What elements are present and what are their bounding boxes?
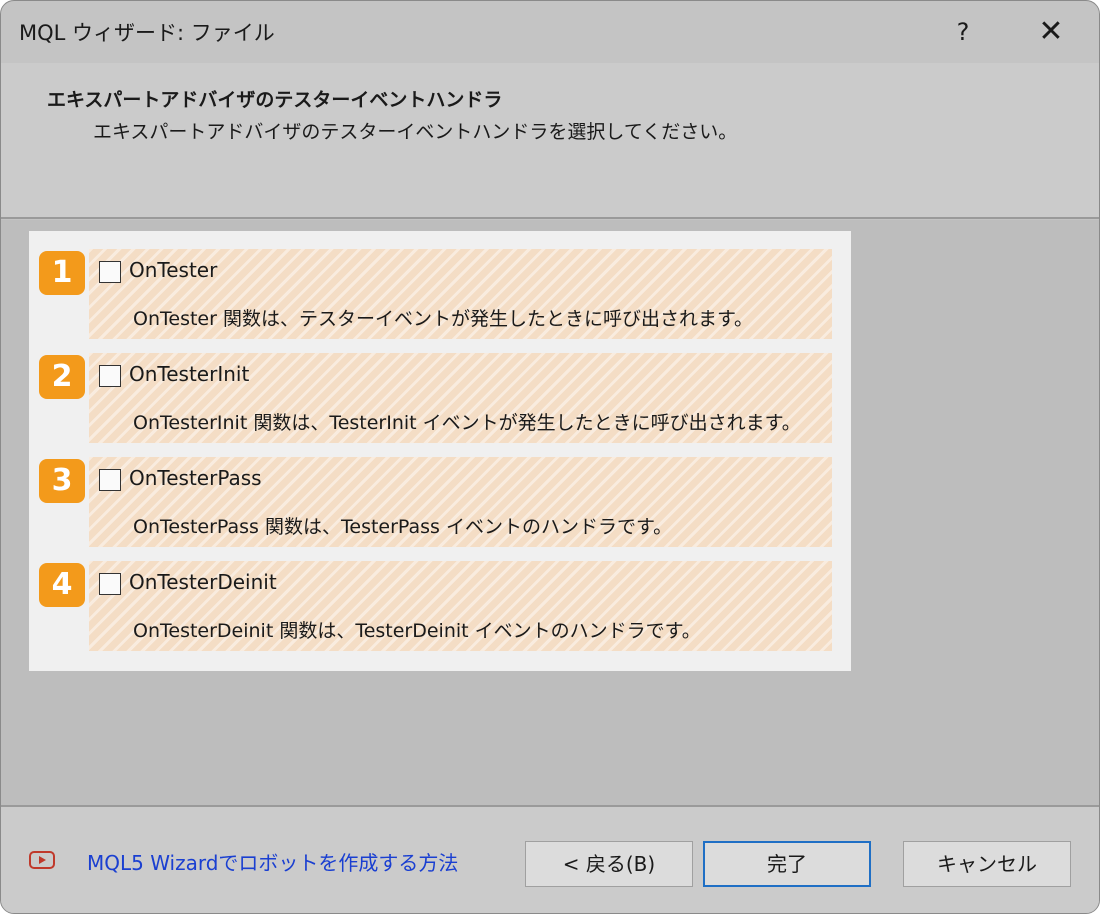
- window-title: MQL ウィザード: ファイル: [19, 21, 275, 45]
- tutorial-link[interactable]: MQL5 Wizardでロボットを作成する方法: [87, 847, 458, 876]
- page-subtitle: エキスパートアドバイザのテスターイベントハンドラを選択してください。: [93, 121, 738, 143]
- ontesterdeinit-checkbox[interactable]: [99, 573, 121, 595]
- option-row-ontesterdeinit: OnTesterDeinit OnTesterDeinit 関数は、Tester…: [89, 561, 832, 651]
- ontesterdeinit-label[interactable]: OnTesterDeinit: [129, 570, 277, 594]
- cancel-button[interactable]: キャンセル: [903, 841, 1071, 887]
- step-badge-3: 3: [39, 459, 85, 503]
- ontesterpass-checkbox[interactable]: [99, 469, 121, 491]
- video-play-icon[interactable]: [29, 851, 55, 869]
- option-row-ontester: OnTester OnTester 関数は、テスターイベントが発生したときに呼び…: [89, 249, 832, 339]
- options-panel: 1 OnTester OnTester 関数は、テスターイベントが発生したときに…: [29, 231, 851, 671]
- wizard-footer: MQL5 Wizardでロボットを作成する方法 < 戻る(B) 完了 キャンセル: [1, 807, 1099, 913]
- finish-button[interactable]: 完了: [703, 841, 871, 887]
- ontester-checkbox[interactable]: [99, 261, 121, 283]
- ontester-description: OnTester 関数は、テスターイベントが発生したときに呼び出されます。: [133, 308, 754, 330]
- ontesterpass-description: OnTesterPass 関数は、TesterPass イベントのハンドラです。: [133, 516, 673, 538]
- help-button[interactable]: ?: [941, 11, 985, 53]
- close-button[interactable]: ✕: [1027, 11, 1075, 53]
- option-row-ontesterpass: OnTesterPass OnTesterPass 関数は、TesterPass…: [89, 457, 832, 547]
- wizard-header: エキスパートアドバイザのテスターイベントハンドラ エキスパートアドバイザのテスタ…: [1, 63, 1099, 218]
- page-title: エキスパートアドバイザのテスターイベントハンドラ: [47, 89, 503, 111]
- back-button[interactable]: < 戻る(B): [525, 841, 693, 887]
- wizard-dialog: MQL ウィザード: ファイル ? ✕ エキスパートアドバイザのテスターイベント…: [0, 0, 1100, 914]
- ontesterinit-label[interactable]: OnTesterInit: [129, 362, 249, 386]
- ontesterinit-checkbox[interactable]: [99, 365, 121, 387]
- ontesterinit-description: OnTesterInit 関数は、TesterInit イベントが発生したときに…: [133, 412, 801, 434]
- step-badge-4: 4: [39, 563, 85, 607]
- title-bar: MQL ウィザード: ファイル ? ✕: [1, 1, 1099, 63]
- wizard-body: 1 OnTester OnTester 関数は、テスターイベントが発生したときに…: [1, 220, 1099, 805]
- header-divider: [1, 217, 1099, 219]
- step-badge-2: 2: [39, 355, 85, 399]
- ontester-label[interactable]: OnTester: [129, 258, 217, 282]
- step-badge-1: 1: [39, 251, 85, 295]
- ontesterpass-label[interactable]: OnTesterPass: [129, 466, 262, 490]
- option-row-ontesterinit: OnTesterInit OnTesterInit 関数は、TesterInit…: [89, 353, 832, 443]
- ontesterdeinit-description: OnTesterDeinit 関数は、TesterDeinit イベントのハンド…: [133, 620, 701, 642]
